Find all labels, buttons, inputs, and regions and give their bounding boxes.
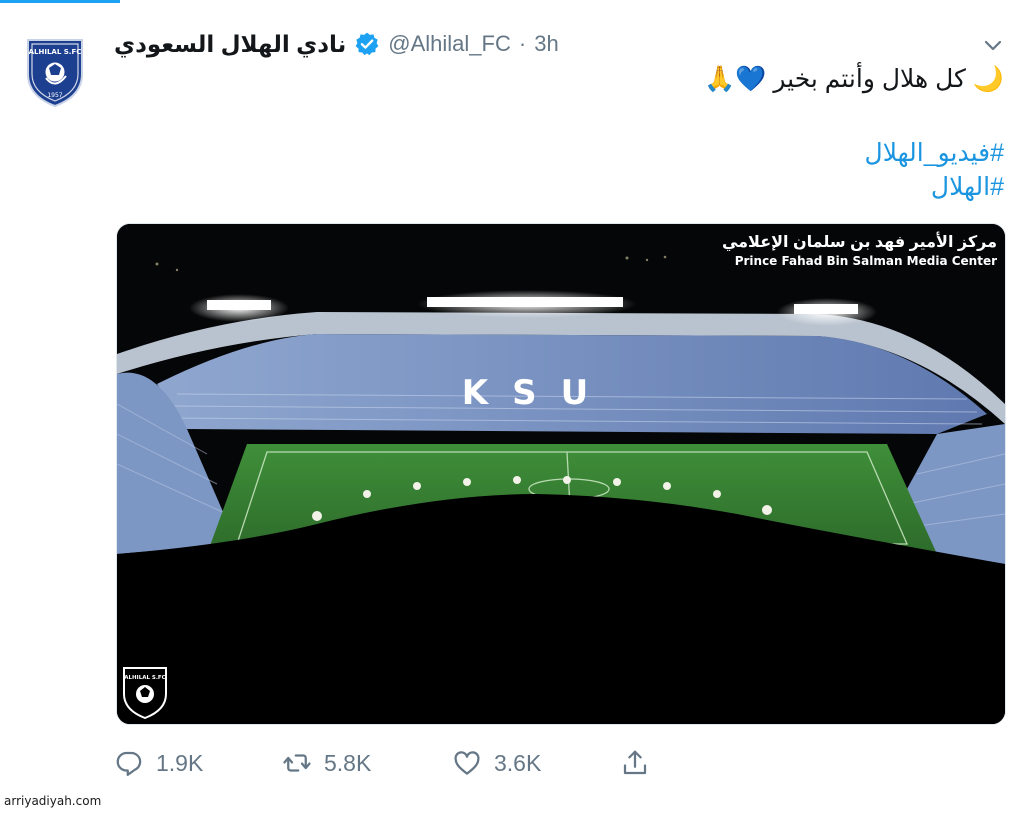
handle[interactable]: @Alhilal_FC <box>388 31 511 57</box>
reply-button[interactable]: 1.9K <box>114 748 203 778</box>
chevron-down-icon[interactable] <box>982 34 1004 56</box>
display-name[interactable]: نادي الهلال السعودي <box>114 31 346 58</box>
like-count: 3.6K <box>494 749 542 776</box>
tweet-actions: 1.9K 5.8K 3.6K <box>114 748 674 788</box>
retweet-count: 5.8K <box>324 749 372 776</box>
stadium-night-image: KSU <box>117 224 1005 724</box>
blue-heart-emoji: 💙 <box>735 65 767 93</box>
share-button[interactable] <box>620 748 650 778</box>
verified-badge-icon <box>355 32 379 56</box>
logo-watermark-text: ALHILAL S.FC <box>124 675 165 681</box>
avatar-year: 1957 <box>47 92 62 99</box>
reply-icon <box>116 751 142 776</box>
hashtag-video-alhilal[interactable]: #فيديو_الهلال <box>865 138 1004 168</box>
tweet-header: نادي الهلال السعودي @Alhilal_FC · 3h <box>114 28 559 60</box>
tweet-text: 🌙 كل هلال وأنتم بخير 💙🙏 <box>704 64 1004 94</box>
separator-dot: · <box>518 31 527 56</box>
hashtag-alhilal[interactable]: #الهلال <box>931 172 1004 202</box>
retweet-icon <box>283 754 311 772</box>
retweet-button[interactable]: 5.8K <box>282 748 371 778</box>
avatar-text: ALHILAL S.FC <box>29 48 82 56</box>
watermark-arabic: مركز الأمير فهد بن سلمان الإعلامي <box>721 234 997 251</box>
watermark-english: Prince Fahad Bin Salman Media Center <box>734 254 997 268</box>
like-button[interactable]: 3.6K <box>452 748 541 778</box>
media-watermark: مركز الأمير فهد بن سلمان الإعلامي Prince… <box>722 232 997 268</box>
avatar[interactable]: ALHILAL S.FC 1957 <box>24 34 86 108</box>
pray-emoji: 🙏 <box>704 65 736 93</box>
moon-emoji: 🌙 <box>972 65 1004 93</box>
heart-icon <box>454 751 480 775</box>
source-credit: arriyadiyah.com <box>4 794 102 808</box>
reply-count: 1.9K <box>156 749 204 776</box>
share-icon <box>623 750 647 775</box>
video-media[interactable]: KSU مركز الأمير فهد بن سلمان الإعلامي Pr… <box>116 223 1006 725</box>
tweet-card[interactable]: ALHILAL S.FC 1957 نادي الهلال السعودي @A… <box>0 0 1024 814</box>
club-logo-watermark: ALHILAL S.FC <box>123 667 167 720</box>
stand-letters: KSU <box>462 373 612 413</box>
tweet-text-main: كل هلال وأنتم بخير <box>773 65 966 93</box>
timestamp[interactable]: 3h <box>534 31 558 57</box>
